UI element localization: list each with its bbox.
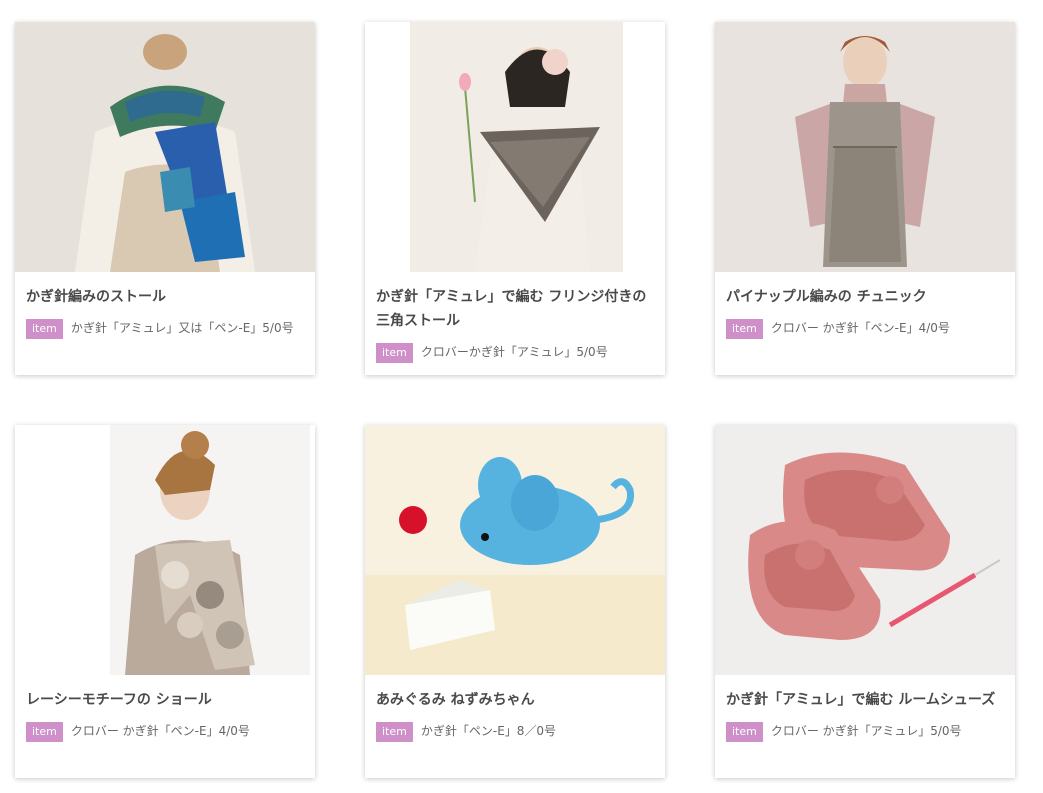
product-card[interactable]: かぎ針「アミュレ」で編む フリンジ付きの三角ストール item クロバーかぎ針「ア… <box>365 22 665 375</box>
product-tool: item かぎ針「アミュレ」又は「ペン-E」5/0号 <box>26 318 304 339</box>
product-tool: item かぎ針「ペン-E」8／0号 <box>376 721 654 742</box>
product-card[interactable]: あみぐるみ ねずみちゃん item かぎ針「ペン-E」8／0号 <box>365 425 665 778</box>
product-title[interactable]: かぎ針編みのストール <box>26 285 304 309</box>
item-badge: item <box>726 722 763 742</box>
amigurumi-mouse-image[interactable] <box>365 425 665 675</box>
product-tool-text: クロバーかぎ針「アミュレ」5/0号 <box>420 345 608 359</box>
lacy-motif-shawl-photo <box>15 425 315 675</box>
room-shoes-image[interactable] <box>715 425 1015 675</box>
product-title[interactable]: かぎ針「アミュレ」で編む ルームシューズ <box>726 688 1004 712</box>
crochet-stole-image[interactable] <box>15 22 315 272</box>
product-tool: item クロバー かぎ針「ペン-E」4/0号 <box>726 318 1004 339</box>
triangle-fringe-stole-photo <box>365 22 665 272</box>
item-badge: item <box>726 319 763 339</box>
product-card[interactable]: かぎ針編みのストール item かぎ針「アミュレ」又は「ペン-E」5/0号 <box>15 22 315 375</box>
product-title[interactable]: かぎ針「アミュレ」で編む フリンジ付きの三角ストール <box>376 285 654 333</box>
product-card[interactable]: かぎ針「アミュレ」で編む ルームシューズ item クロバー かぎ針「アミュレ」5… <box>715 425 1015 778</box>
product-tool-text: かぎ針「ペン-E」8／0号 <box>420 724 557 738</box>
product-tool-text: クロバー かぎ針「ペン-E」4/0号 <box>770 321 950 335</box>
item-badge: item <box>376 722 413 742</box>
product-title[interactable]: レーシーモチーフの ショール <box>26 688 304 712</box>
product-grid: かぎ針編みのストール item かぎ針「アミュレ」又は「ペン-E」5/0号 かぎ針… <box>0 0 1043 793</box>
triangle-fringe-stole-image[interactable] <box>365 22 665 272</box>
amigurumi-mouse-photo <box>365 425 665 675</box>
item-badge: item <box>26 722 63 742</box>
product-tool-text: かぎ針「アミュレ」又は「ペン-E」5/0号 <box>70 321 294 335</box>
product-tool-text: クロバー かぎ針「ペン-E」4/0号 <box>70 724 250 738</box>
crochet-stole-photo <box>15 22 315 272</box>
item-badge: item <box>26 319 63 339</box>
item-badge: item <box>376 343 413 363</box>
product-tool-text: クロバー かぎ針「アミュレ」5/0号 <box>770 724 962 738</box>
product-tool: item クロバー かぎ針「アミュレ」5/0号 <box>726 721 1004 742</box>
pineapple-tunic-image[interactable] <box>715 22 1015 272</box>
product-tool: item クロバーかぎ針「アミュレ」5/0号 <box>376 342 654 363</box>
product-card[interactable]: パイナップル編みの チュニック item クロバー かぎ針「ペン-E」4/0号 <box>715 22 1015 375</box>
pineapple-tunic-photo <box>715 22 1015 272</box>
product-title[interactable]: パイナップル編みの チュニック <box>726 285 1004 309</box>
room-shoes-photo <box>715 425 1015 675</box>
product-card[interactable]: レーシーモチーフの ショール item クロバー かぎ針「ペン-E」4/0号 <box>15 425 315 778</box>
product-title[interactable]: あみぐるみ ねずみちゃん <box>376 688 654 712</box>
product-tool: item クロバー かぎ針「ペン-E」4/0号 <box>26 721 304 742</box>
lacy-motif-shawl-image[interactable] <box>15 425 315 675</box>
